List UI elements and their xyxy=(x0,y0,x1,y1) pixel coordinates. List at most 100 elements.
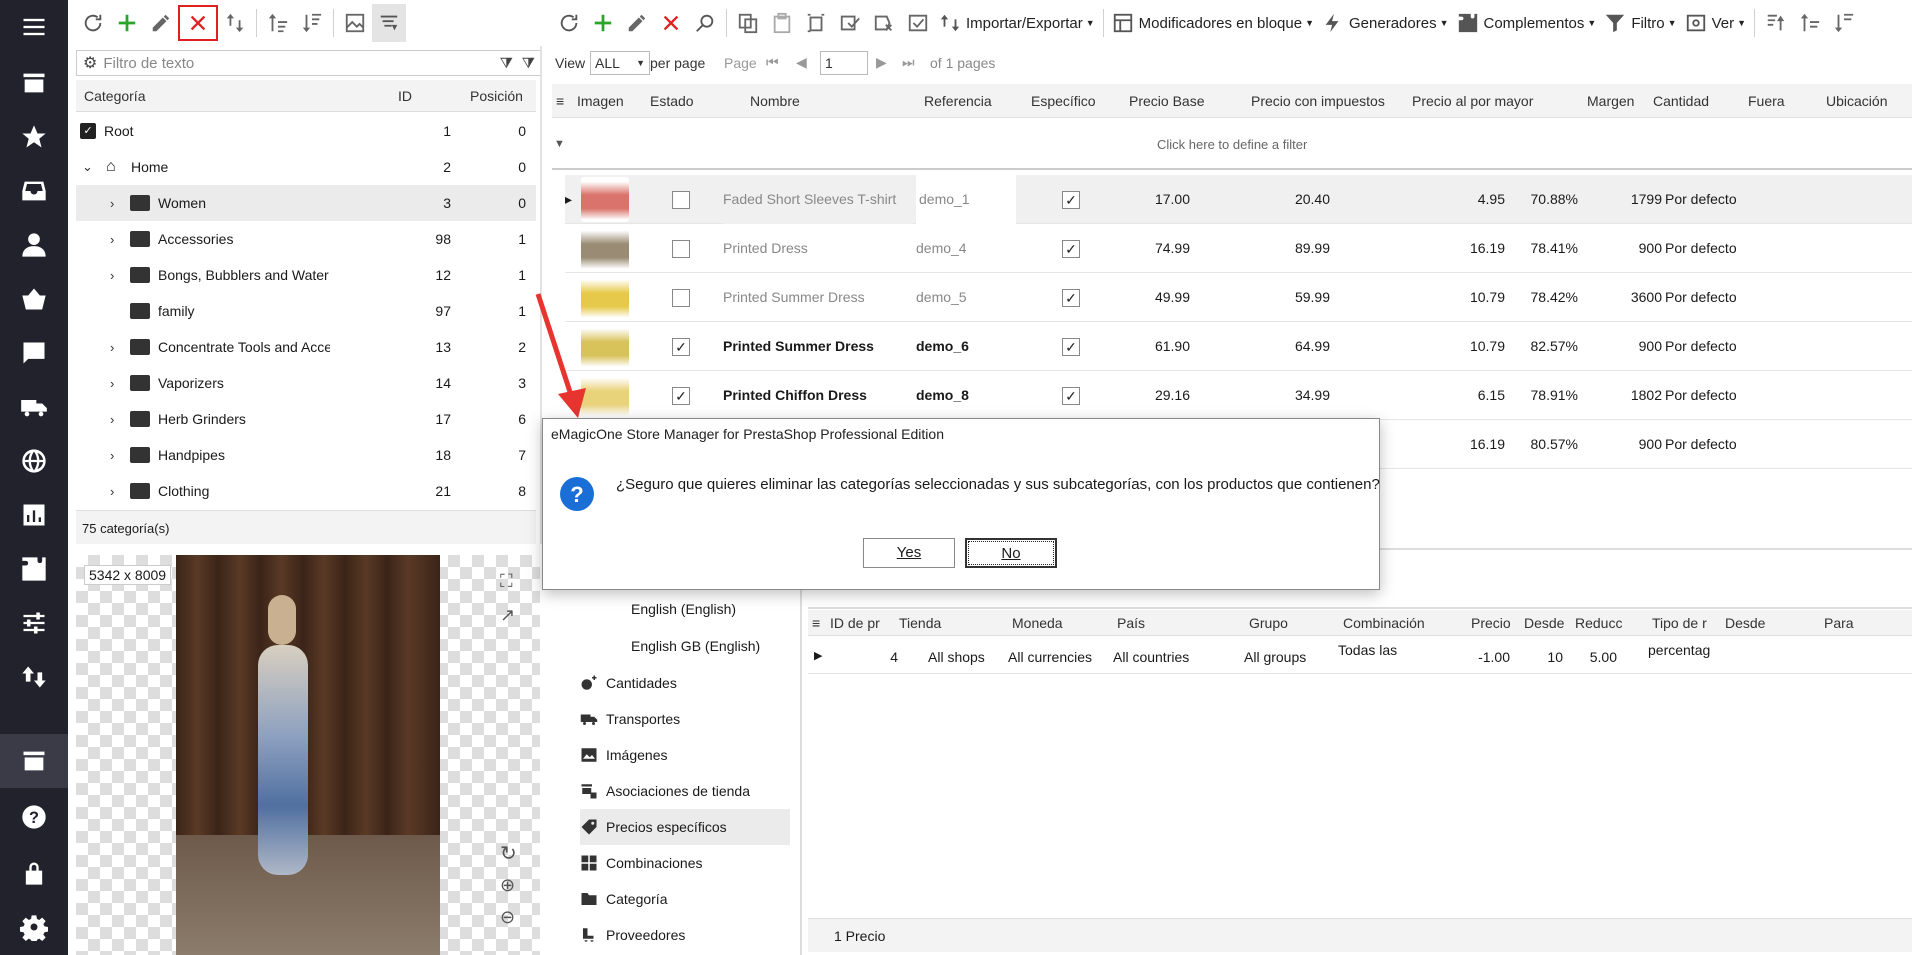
cell-especifico-checkbox[interactable]: ✓ xyxy=(1062,338,1080,356)
expand-up-icon[interactable] xyxy=(261,4,295,42)
sort-icon[interactable] xyxy=(372,4,406,42)
header-precio-base[interactable]: Precio Base xyxy=(1129,93,1204,109)
header-reduccion[interactable]: Reducc xyxy=(1575,615,1622,631)
header-precio-impuestos[interactable]: Precio con impuestos xyxy=(1251,93,1385,109)
globe-icon[interactable] xyxy=(0,434,68,488)
move-icon[interactable] xyxy=(218,4,252,42)
header-fuera[interactable]: Fuera xyxy=(1748,93,1785,109)
paste-icon[interactable] xyxy=(765,4,799,42)
table-row[interactable]: ✓ Printed Summer Dress demo_6 ✓ 61.90 64.99 10… xyxy=(565,322,1912,371)
generators-button[interactable]: Generadores ▼ xyxy=(1318,4,1452,42)
header-category[interactable]: Categoría xyxy=(84,88,145,104)
header-desde[interactable]: Desde xyxy=(1524,615,1564,631)
column-menu-icon[interactable]: ≡ xyxy=(556,93,564,109)
tree-row-handpipes[interactable]: › Handpipes 18 7 xyxy=(76,437,536,473)
store-manager-icon[interactable] xyxy=(0,734,68,788)
last-page-icon[interactable]: ⏭ xyxy=(902,54,915,71)
addons-icon[interactable] xyxy=(0,542,68,596)
search-icon[interactable] xyxy=(688,4,722,42)
image-edit-icon[interactable] xyxy=(338,4,372,42)
chevron-right-icon[interactable]: › xyxy=(110,484,114,499)
header-tienda[interactable]: Tienda xyxy=(899,615,941,631)
menu-icon[interactable] xyxy=(0,0,68,54)
chevron-right-icon[interactable]: › xyxy=(110,412,114,427)
chevron-right-icon[interactable]: › xyxy=(110,448,114,463)
tree-row-accessories[interactable]: › Accessories 98 1 xyxy=(76,221,536,257)
header-tipo[interactable]: Tipo de r xyxy=(1652,615,1707,631)
chevron-right-icon[interactable]: ▶ xyxy=(814,649,822,662)
gear-icon[interactable] xyxy=(0,900,68,954)
add-icon[interactable] xyxy=(586,4,620,42)
view-select[interactable]: ALL ▼ xyxy=(590,51,650,75)
header-position[interactable]: Posición xyxy=(470,88,523,104)
reports-icon[interactable] xyxy=(0,488,68,542)
messages-icon[interactable] xyxy=(0,326,68,380)
header-para[interactable]: Para xyxy=(1824,615,1854,631)
cell-estado-checkbox[interactable] xyxy=(672,240,690,258)
check-icon[interactable] xyxy=(901,4,935,42)
tree-row-family[interactable]: family 97 1 xyxy=(76,293,536,329)
row-chevron-icon[interactable] xyxy=(565,224,575,273)
tree-row-clothing[interactable]: › Clothing 21 8 xyxy=(76,473,536,509)
yes-button[interactable]: Yes xyxy=(863,538,955,568)
prev-page-icon[interactable]: ◀ xyxy=(796,54,807,71)
row-chevron-icon[interactable]: ▸ xyxy=(565,175,575,224)
table-row[interactable]: Printed Dress demo_4 ✓ 74.99 89.99 16.19 78.41… xyxy=(565,224,1912,273)
customer-icon[interactable] xyxy=(0,218,68,272)
table-row[interactable]: Printed Summer Dress demo_5 ✓ 49.99 59.99 10.… xyxy=(565,273,1912,322)
import-export-icon[interactable] xyxy=(0,650,68,704)
tree-row-bongs[interactable]: › Bongs, Bubblers and Water Pipes 12 1 xyxy=(76,257,536,293)
cell-especifico-checkbox[interactable]: ✓ xyxy=(1062,240,1080,258)
settings-sliders-icon[interactable] xyxy=(0,596,68,650)
tree-row-vaporizers[interactable]: › Vaporizers 14 3 xyxy=(76,365,536,401)
menu-item-asociaciones[interactable]: Asociaciones de tienda xyxy=(580,773,790,809)
lock-icon[interactable] xyxy=(0,846,68,900)
cell-estado-checkbox[interactable]: ✓ xyxy=(672,338,690,356)
import-export-button[interactable]: Importar/Exportar ▼ xyxy=(935,4,1099,42)
menu-item-categoria[interactable]: Categoría xyxy=(580,881,790,917)
chevron-right-icon[interactable]: › xyxy=(110,340,114,355)
basket-icon[interactable] xyxy=(0,272,68,326)
move-down-icon[interactable] xyxy=(1827,4,1861,42)
header-grupo[interactable]: Grupo xyxy=(1249,615,1288,631)
chevron-right-icon[interactable]: › xyxy=(110,376,114,391)
header-precio[interactable]: Precio xyxy=(1471,615,1511,631)
chevron-down-icon[interactable]: ⌄ xyxy=(82,159,93,175)
filter-row[interactable]: ▼ Click here to define a filter xyxy=(552,120,1912,170)
first-page-icon[interactable]: ⏮ xyxy=(766,54,779,71)
column-menu-icon[interactable]: ≡ xyxy=(812,615,820,631)
table-row[interactable]: ▸ Faded Short Sleeves T-shirt demo_1 ✓ 17.00… xyxy=(565,175,1912,224)
filter-icon[interactable]: ⧩ xyxy=(500,55,513,72)
zoom-out-icon[interactable]: ⊖ xyxy=(500,907,515,928)
header-precio-mayor[interactable]: Precio al por mayor xyxy=(1412,93,1533,109)
header-imagen[interactable]: Imagen xyxy=(577,93,624,109)
help-icon[interactable]: ? xyxy=(0,790,68,844)
store-icon[interactable] xyxy=(0,56,68,110)
cell-especifico-checkbox[interactable]: ✓ xyxy=(1062,289,1080,307)
cell-estado-checkbox[interactable] xyxy=(672,191,690,209)
tree-row-women[interactable]: › Women 3 0 xyxy=(76,185,536,221)
sort-az-icon[interactable] xyxy=(1759,4,1793,42)
header-referencia[interactable]: Referencia xyxy=(924,93,992,109)
header-desde-fecha[interactable]: Desde xyxy=(1725,615,1765,631)
duplicate-icon[interactable] xyxy=(799,4,833,42)
delete-icon[interactable] xyxy=(654,4,688,42)
tree-row-home[interactable]: ⌄ ⌂ Home 2 0 xyxy=(76,149,536,185)
refresh-icon[interactable] xyxy=(552,4,586,42)
language-item-english[interactable]: English (English) xyxy=(631,601,736,617)
menu-item-transportes[interactable]: Transportes xyxy=(580,701,790,737)
header-estado[interactable]: Estado xyxy=(650,93,694,109)
cell-especifico-checkbox[interactable]: ✓ xyxy=(1062,191,1080,209)
next-page-icon[interactable]: ▶ xyxy=(876,54,887,71)
copy-icon[interactable] xyxy=(731,4,765,42)
tree-row-concentrate[interactable]: › Concentrate Tools and Accessories 13 2 xyxy=(76,329,536,365)
open-external-icon[interactable]: ↗ xyxy=(500,605,515,626)
zoom-in-icon[interactable]: ⊕ xyxy=(500,875,515,896)
header-moneda[interactable]: Moneda xyxy=(1012,615,1063,631)
header-id[interactable]: ID xyxy=(398,88,412,104)
rotate-icon[interactable]: ↻ xyxy=(500,841,517,866)
language-item-english-gb[interactable]: English GB (English) xyxy=(631,638,760,654)
chevron-right-icon[interactable]: › xyxy=(110,232,114,247)
filter-button[interactable]: Filtro ▼ xyxy=(1600,4,1680,42)
clear-filter-icon[interactable]: ⧩ xyxy=(522,55,535,72)
